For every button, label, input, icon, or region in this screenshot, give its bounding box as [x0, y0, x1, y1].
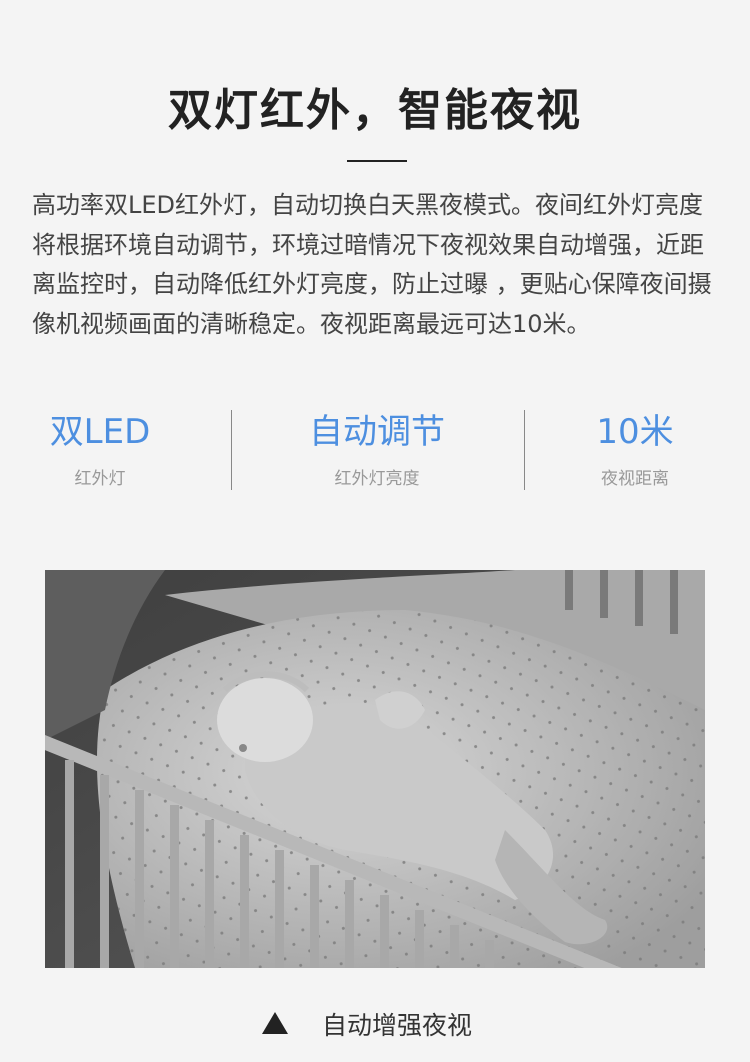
stat-distance: 10米 夜视距离	[555, 410, 715, 489]
stats-row: 双LED 红外灯 自动调节 红外灯亮度 10米 夜视距离	[0, 410, 750, 494]
stat-value: 双LED	[49, 412, 151, 452]
triangle-up-icon	[262, 1012, 288, 1034]
stat-label: 红外灯	[74, 469, 126, 489]
stat-value: 自动调节	[309, 412, 445, 452]
stat-divider	[524, 410, 525, 490]
stat-auto-adjust: 自动调节 红外灯亮度	[270, 410, 484, 489]
description-paragraph: 高功率双LED红外灯，自动切换白天黑夜模式。夜间红外灯亮度将根据环境自动调节，环…	[32, 191, 712, 338]
sleeping-baby-crib-image	[45, 570, 705, 968]
caption-text: 自动增强夜视	[322, 1011, 473, 1040]
stat-divider	[231, 410, 232, 490]
stat-value: 10米	[596, 412, 674, 452]
stat-label: 夜视距离	[601, 469, 669, 489]
stat-label: 红外灯亮度	[334, 469, 420, 489]
title-underline	[347, 160, 407, 162]
page-title: 双灯红外，智能夜视	[168, 85, 582, 136]
stat-leds: 双LED 红外灯	[20, 410, 180, 489]
night-vision-photo	[45, 570, 705, 968]
photo-caption: 自动增强夜视	[0, 1000, 750, 1044]
